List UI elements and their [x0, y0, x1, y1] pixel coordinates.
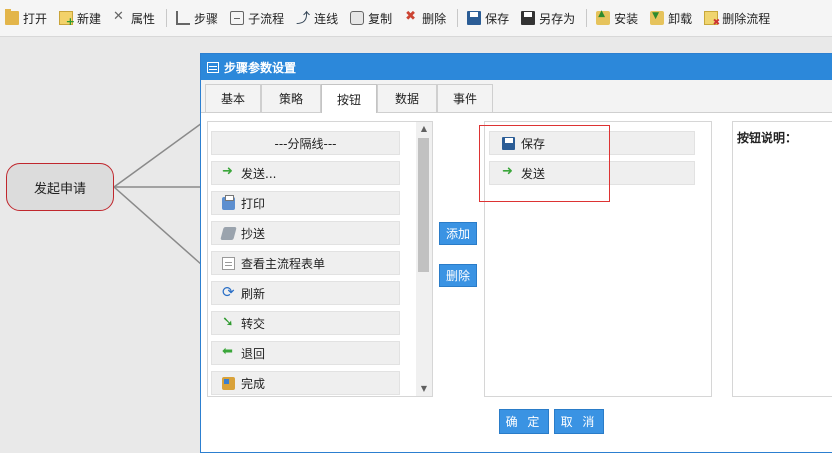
add-button[interactable]: 添加 [439, 222, 477, 245]
delete-icon [404, 9, 418, 25]
selected-item-save[interactable]: 保存 [489, 131, 695, 155]
list-item-cc[interactable]: 抄送 [211, 221, 400, 245]
save-button[interactable]: 保存 [462, 6, 514, 30]
refresh-icon [222, 283, 235, 301]
new-icon [59, 11, 75, 28]
back-icon [222, 344, 235, 360]
ok-button[interactable]: 确 定 [499, 409, 549, 434]
step-button[interactable]: 步骤 [171, 6, 223, 30]
connector-line-top [113, 122, 203, 188]
save-as-icon [521, 11, 536, 25]
folder-open-icon [5, 9, 19, 25]
list-item-refresh[interactable]: 刷新 [211, 281, 400, 305]
list-item-complete[interactable]: 完成 [211, 371, 400, 395]
scroll-down-arrow-icon[interactable]: ▼ [419, 384, 429, 394]
step-icon [176, 11, 191, 25]
list-item-return[interactable]: 退回 [211, 341, 400, 365]
arrow-right-icon [222, 164, 235, 180]
toolbar-divider [586, 9, 588, 27]
uninstall-button[interactable]: 卸载 [645, 6, 697, 30]
save-as-button[interactable]: 另存为 [516, 6, 580, 30]
arrow-right-icon [502, 164, 515, 180]
link-icon [296, 8, 310, 28]
start-node[interactable]: 发起申请 [6, 163, 114, 211]
remove-button[interactable]: 删除 [439, 264, 477, 287]
list-item-send[interactable]: 发送... [211, 161, 400, 185]
save-icon [467, 11, 482, 25]
connector-line-bottom [113, 186, 203, 266]
subflow-button[interactable]: 子流程 [225, 6, 289, 30]
toolbar-divider [166, 9, 168, 27]
button-description-panel: 按钮说明： [732, 121, 832, 397]
copy-button[interactable]: 复制 [345, 6, 397, 30]
delete-button[interactable]: 删除 [399, 6, 451, 30]
uninstall-icon [650, 11, 665, 25]
transfer-icon [222, 314, 235, 330]
list-item-transfer[interactable]: 转交 [211, 311, 400, 335]
tab-events[interactable]: 事件 [437, 84, 493, 112]
open-button[interactable]: 打开 [0, 6, 52, 30]
delete-flow-button[interactable]: 删除流程 [699, 6, 775, 30]
dialog-title: 步骤参数设置 [224, 60, 297, 75]
tab-bar: 基本 策略 按钮 数据 事件 [201, 80, 832, 113]
save-icon [502, 136, 515, 150]
dialog-title-bar[interactable]: 步骤参数设置 [201, 54, 832, 80]
list-item-print[interactable]: 打印 [211, 191, 400, 215]
list-item-separator[interactable]: ---分隔线--- [211, 131, 400, 155]
toolbar: 打开 新建 属性 步骤 子流程 连线 复制 删除 保存 另存为 安装 卸载 删除… [0, 0, 832, 37]
tab-basic[interactable]: 基本 [205, 84, 261, 112]
document-icon [222, 256, 235, 270]
step-settings-dialog: 步骤参数设置 基本 策略 按钮 数据 事件 ---分隔线--- 发送... 打印… [200, 53, 832, 453]
complete-icon [222, 376, 235, 390]
printer-icon [222, 194, 235, 210]
scrollbar-thumb[interactable] [418, 138, 429, 272]
install-icon [596, 9, 611, 25]
toolbar-divider [457, 9, 459, 27]
new-button[interactable]: 新建 [54, 6, 106, 30]
tab-data[interactable]: 数据 [377, 84, 437, 112]
properties-button[interactable]: 属性 [108, 6, 160, 30]
scroll-up-arrow-icon[interactable]: ▲ [419, 124, 429, 134]
tab-buttons[interactable]: 按钮 [321, 84, 377, 113]
available-buttons-list[interactable]: ---分隔线--- 发送... 打印 抄送 查看主流程表单 刷新 转交 退回 完… [207, 121, 433, 397]
window-icon [207, 61, 219, 73]
cancel-button[interactable]: 取 消 [554, 409, 604, 434]
tools-icon [113, 9, 127, 25]
tab-strategy[interactable]: 策略 [261, 84, 321, 112]
install-button[interactable]: 安装 [591, 6, 643, 30]
link-button[interactable]: 连线 [291, 6, 343, 30]
selected-buttons-list[interactable]: 保存 发送 [484, 121, 712, 397]
list-item-view-main-form[interactable]: 查看主流程表单 [211, 251, 400, 275]
scrollbar[interactable]: ▲ ▼ [416, 122, 432, 396]
delete-flow-icon [704, 11, 720, 28]
subflow-icon [230, 11, 245, 25]
cc-icon [220, 226, 237, 240]
copy-icon [350, 11, 365, 25]
selected-item-send[interactable]: 发送 [489, 161, 695, 185]
